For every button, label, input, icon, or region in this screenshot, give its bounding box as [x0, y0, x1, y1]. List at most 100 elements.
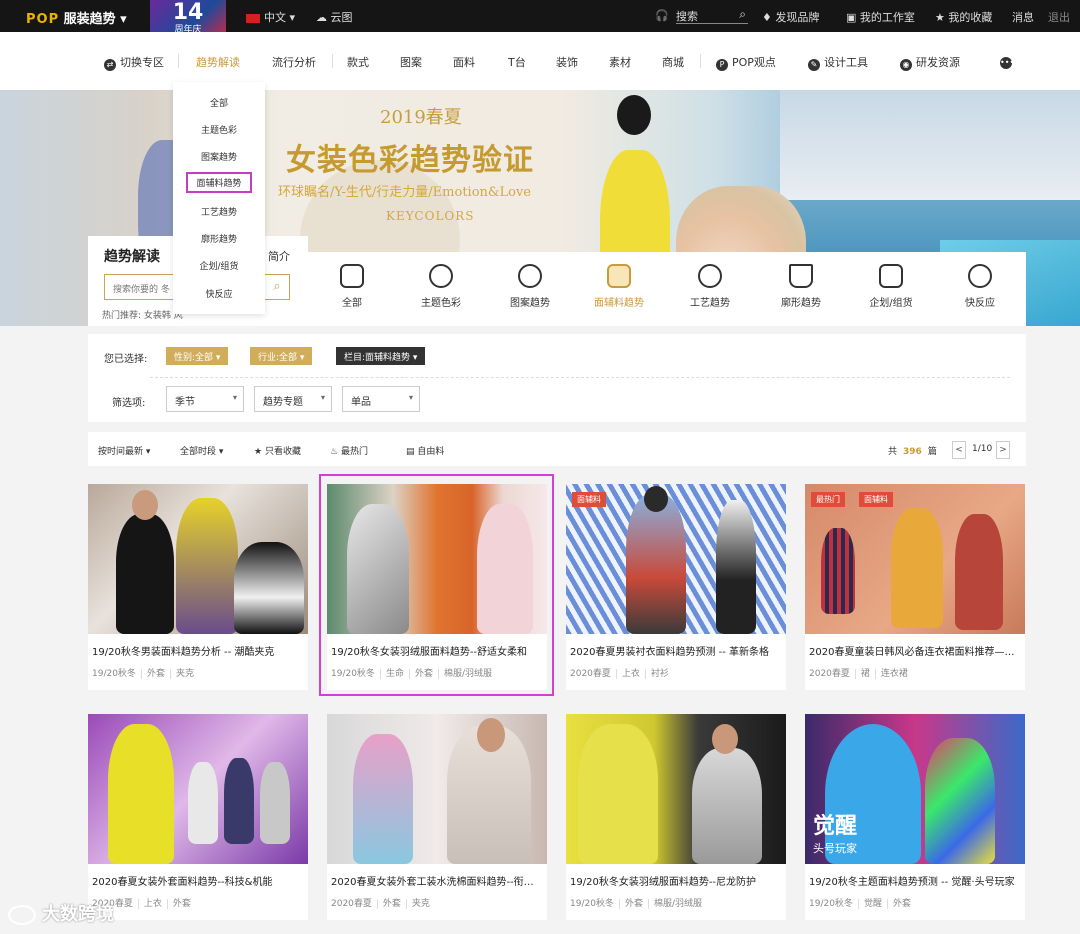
- highlight-box: [319, 474, 554, 696]
- sort-hottest[interactable]: ♨ 最热门: [330, 444, 368, 457]
- card-title[interactable]: 2020春夏女装外套面料趋势--科技&机能: [92, 873, 304, 888]
- hot-recommend[interactable]: 热门推荐: 女装韩 风: [102, 308, 183, 321]
- own-material-toggle[interactable]: ▤ 自由料: [406, 444, 444, 457]
- sort-all-time[interactable]: 全部时段 ▾: [180, 444, 223, 457]
- page-indicator: 1/10: [972, 444, 993, 454]
- star-icon: ★: [935, 11, 945, 24]
- language-selector[interactable]: 中文 ▾: [246, 9, 295, 25]
- favorites-link[interactable]: ★ 我的收藏: [935, 9, 992, 25]
- top-search-input[interactable]: 搜索 ⌕: [676, 7, 748, 24]
- dropdown-item[interactable]: 图案趋势: [173, 150, 265, 163]
- search-icon[interactable]: ⌕: [739, 7, 746, 22]
- card-image: [327, 714, 547, 864]
- grid-icon: [340, 264, 364, 288]
- card-title[interactable]: 2020春夏童装日韩风必备连衣裙面料推荐—…: [809, 643, 1021, 658]
- nav-mall[interactable]: 商城: [662, 54, 684, 70]
- card-tags: 19/20秋冬 觉醒 外套: [809, 899, 911, 909]
- category-fast-reaction[interactable]: 快反应: [940, 264, 1020, 309]
- category-theme-color[interactable]: 主题色彩: [401, 264, 481, 309]
- nav-styles[interactable]: 款式: [347, 54, 369, 70]
- article-card[interactable]: 19/20秋冬女装羽绒服面料趋势--尼龙防护 19/20秋冬 外套 棉服/羽绒服: [566, 714, 786, 920]
- dropdown-item[interactable]: 企划/组货: [173, 259, 265, 272]
- headset-icon[interactable]: 🎧: [655, 9, 669, 22]
- dropdown-item[interactable]: 廓形趋势: [173, 232, 265, 245]
- card-image: [88, 484, 308, 634]
- category-all[interactable]: 全部: [312, 264, 392, 309]
- category-pattern-trend[interactable]: 图案趋势: [490, 264, 570, 309]
- card-title[interactable]: 2020春夏男装衬衣面料趋势预测 -- 革新条格: [570, 643, 782, 658]
- filter-chip-column[interactable]: 栏目:面辅料趋势 ▾: [336, 347, 426, 365]
- dropdown-item-selected[interactable]: 面辅料趋势: [186, 172, 252, 193]
- nav-design-tools[interactable]: ✎ 设计工具: [808, 54, 868, 71]
- nav-fabrics[interactable]: 面料: [453, 54, 475, 70]
- discover-brands-link[interactable]: ♦ 发现品牌: [762, 9, 819, 25]
- card-tags: 2020春夏 上衣 衬衫: [570, 669, 669, 679]
- banner-season: 2019春夏: [380, 107, 462, 128]
- nav-divider: [178, 54, 179, 68]
- card-image: [88, 714, 308, 864]
- brand-logo[interactable]: POP 服装趋势 ▾: [26, 8, 127, 27]
- dropdown-item[interactable]: 主题色彩: [173, 123, 265, 136]
- nav-decoration[interactable]: 装饰: [556, 54, 578, 70]
- card-image: 面辅料: [566, 484, 786, 634]
- lightning-icon: [968, 264, 992, 288]
- category-craft-trend[interactable]: 工艺趋势: [670, 264, 750, 309]
- article-card[interactable]: 2020春夏女装外套面料趋势--科技&机能 2020春夏 上衣 外套: [88, 714, 308, 920]
- article-card[interactable]: 19/20秋冬男装面料趋势分析 -- 潮酷夹克 19/20秋冬 外套 夹克: [88, 484, 308, 690]
- topic-select[interactable]: 趋势专题 ▾: [254, 386, 332, 412]
- fabric-badge: 面辅料: [859, 492, 893, 507]
- article-card[interactable]: 2020春夏女装外套工装水洗棉面料趋势--衔… 2020春夏 外套 夹克: [327, 714, 547, 920]
- search-icon[interactable]: ⌕: [264, 274, 290, 300]
- card-tags: 2020春夏裙连衣裙: [809, 669, 908, 679]
- prev-page-button[interactable]: <: [952, 441, 966, 459]
- card-title[interactable]: 19/20秋冬主题面料趋势预测 -- 觉醒·头号玩家: [809, 873, 1021, 888]
- intro-link[interactable]: 简介: [268, 248, 290, 264]
- article-card[interactable]: 面辅料 2020春夏男装衬衣面料趋势预测 -- 革新条格 2020春夏 上衣 衬衫: [566, 484, 786, 690]
- more-icon[interactable]: •••: [1000, 54, 1014, 69]
- messages-link[interactable]: 消息: [1012, 9, 1034, 25]
- nav-patterns[interactable]: 图案: [400, 54, 422, 70]
- sort-bar: 按时间最新 ▾ 全部时段 ▾ ★ 只看收藏 ♨ 最热门 ▤ 自由料 共 396 篇 …: [88, 432, 1026, 466]
- workspace-link[interactable]: ▣ 我的工作室: [846, 9, 915, 25]
- watermark-logo-icon: [8, 905, 36, 925]
- logout-link[interactable]: 退出: [1048, 9, 1070, 25]
- nav-switch-zone[interactable]: ⇄ 切换专区: [104, 54, 164, 71]
- article-card[interactable]: 最热门 面辅料 2020春夏童装日韩风必备连衣裙面料推荐—… 2020春夏裙连衣…: [805, 484, 1025, 690]
- filter-label: 筛选项:: [112, 398, 146, 409]
- pop-views-icon: P: [716, 59, 728, 71]
- card-title[interactable]: 19/20秋冬女装羽绒服面料趋势--尼龙防护: [570, 873, 782, 888]
- total-count: 共 396 篇: [888, 447, 937, 457]
- top-bar: POP 服装趋势 ▾ 14 周年庆 中文 ▾ ☁ 云图 🎧 搜索 ⌕ ♦ 发现品牌…: [0, 0, 1080, 38]
- nav-divider: [332, 54, 333, 68]
- sort-latest[interactable]: 按时间最新 ▾: [98, 444, 150, 457]
- season-select[interactable]: 季节 ▾: [166, 386, 244, 412]
- nav-pop-views[interactable]: P POP观点: [716, 54, 776, 71]
- cloud-link[interactable]: ☁ 云图: [316, 9, 353, 25]
- category-silhouette-trend[interactable]: 廓形趋势: [761, 264, 841, 309]
- resources-icon: ◉: [900, 59, 912, 71]
- banner-subtitle: 环球瞩名/Y-生代/行走力量/Emotion&Love: [278, 185, 531, 200]
- dropdown-item[interactable]: 工艺趋势: [173, 205, 265, 218]
- dropdown-item[interactable]: 全部: [173, 96, 265, 109]
- filter-chip-industry[interactable]: 行业:全部 ▾: [250, 347, 313, 365]
- filter-chip-gender[interactable]: 性别:全部 ▾: [166, 347, 229, 365]
- nav-rd-resources[interactable]: ◉ 研发资源: [900, 54, 960, 71]
- nav-trend-analysis[interactable]: 流行分析: [272, 54, 316, 70]
- nav-trend-interpretation[interactable]: 趋势解读: [196, 54, 240, 70]
- fav-only-toggle[interactable]: ★ 只看收藏: [254, 444, 301, 457]
- card-title[interactable]: 2020春夏女装外套工装水洗棉面料趋势--衔…: [331, 873, 543, 888]
- chevron-down-icon: ▾: [320, 393, 325, 402]
- fabric-icon: [607, 264, 631, 288]
- category-planning[interactable]: 企划/组货: [851, 264, 931, 309]
- category-fabric-trend[interactable]: 面辅料趋势: [579, 264, 659, 309]
- dropdown-item[interactable]: 快反应: [173, 287, 265, 300]
- hexagon-icon: [698, 264, 722, 288]
- card-title[interactable]: 19/20秋冬男装面料趋势分析 -- 潮酷夹克: [92, 643, 304, 658]
- nav-materials[interactable]: 素材: [609, 54, 631, 70]
- trend-dropdown-menu: 全部 主题色彩 图案趋势 面辅料趋势 工艺趋势 廓形趋势 企划/组货 快反应: [173, 82, 265, 314]
- item-select[interactable]: 单品 ▾: [342, 386, 420, 412]
- article-card[interactable]: 觉醒 头号玩家 19/20秋冬主题面料趋势预测 -- 觉醒·头号玩家 19/20…: [805, 714, 1025, 920]
- next-page-button[interactable]: >: [996, 441, 1010, 459]
- selected-label: 您已选择:: [104, 354, 148, 365]
- nav-runway[interactable]: T台: [508, 54, 526, 70]
